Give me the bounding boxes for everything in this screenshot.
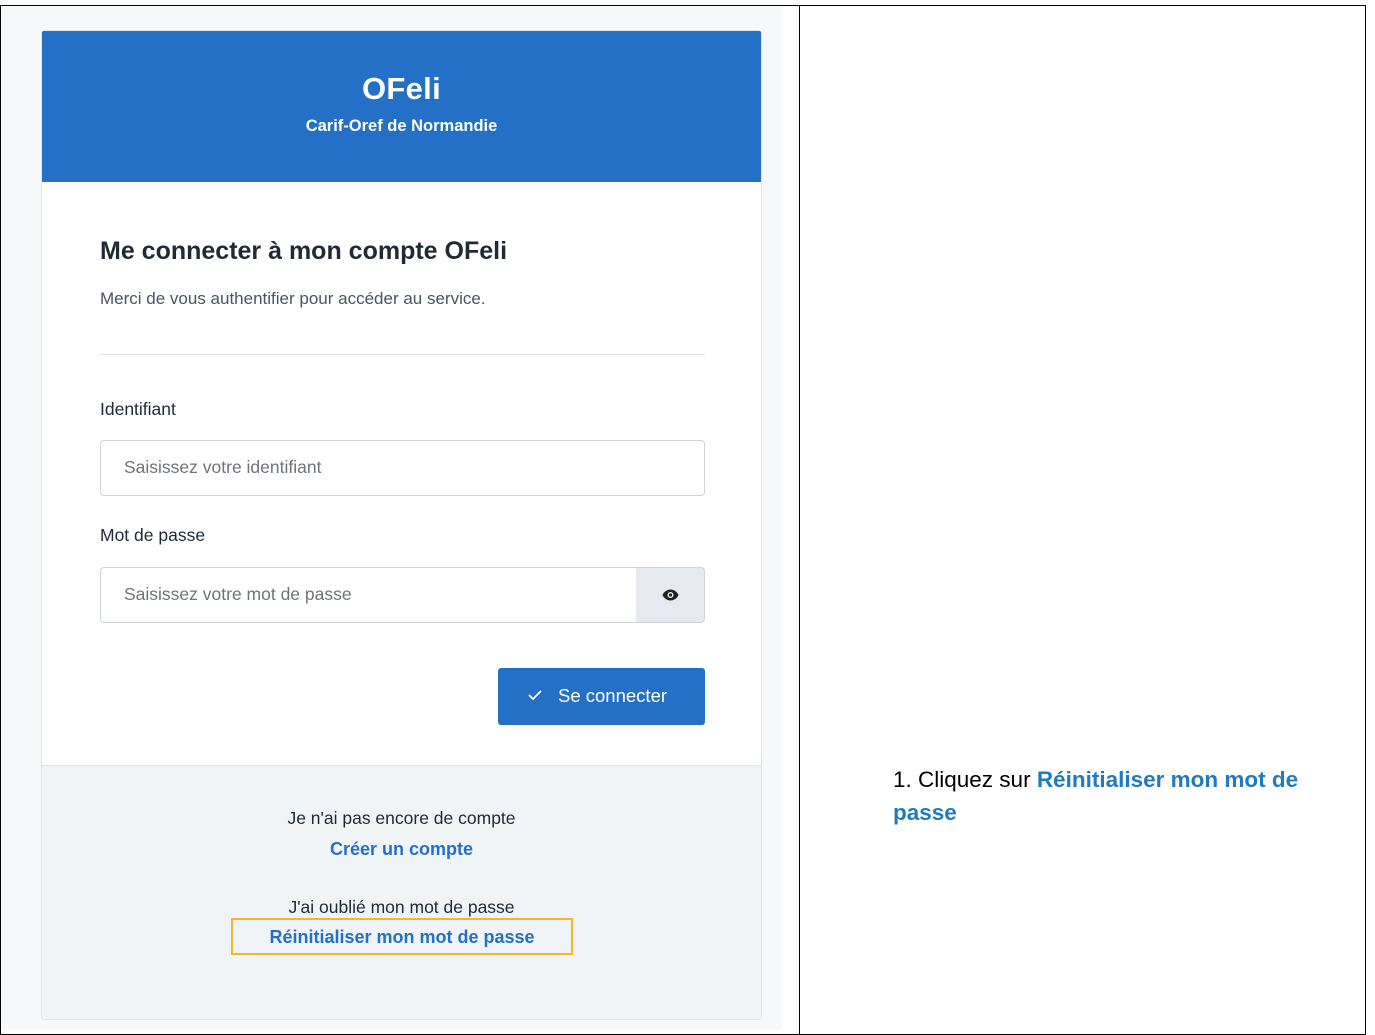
app-title: OFeli <box>361 71 441 106</box>
password-placeholder: Saisissez votre mot de passe <box>124 584 352 604</box>
password-label: Mot de passe <box>100 525 206 545</box>
table-column-divider <box>799 5 800 1035</box>
identifier-label: Identifiant <box>100 399 176 419</box>
reset-password-highlight: Réinitialiser mon mot de passe <box>231 918 573 955</box>
login-card: OFeli Carif-Oref de Normandie Me connect… <box>41 30 762 1020</box>
eye-icon <box>662 589 679 601</box>
login-description: Merci de vous authentifier pour accéder … <box>100 289 486 308</box>
check-icon <box>528 690 542 700</box>
create-account-link[interactable]: Créer un compte <box>42 839 761 860</box>
identifier-placeholder: Saisissez votre identifiant <box>124 457 322 477</box>
app-subtitle: Carif-Oref de Normandie <box>305 117 498 135</box>
show-password-button[interactable] <box>636 567 705 623</box>
instruction-text: 1. Cliquez sur Réinitialiser mon mot de … <box>893 763 1343 829</box>
card-footer: Je n'ai pas encore de compte Créer un co… <box>42 765 761 1019</box>
login-title: Me connecter à mon compte OFeli <box>100 237 508 265</box>
identifier-input[interactable]: Saisissez votre identifiant <box>100 440 705 496</box>
reset-password-link[interactable]: Réinitialiser mon mot de passe <box>233 927 571 948</box>
connect-button-label: Se connecter <box>558 685 668 706</box>
instruction-prefix: 1. Cliquez sur <box>893 767 1037 792</box>
no-account-text: Je n'ai pas encore de compte <box>287 808 516 828</box>
card-header: OFeli Carif-Oref de Normandie <box>42 31 761 182</box>
password-input[interactable]: Saisissez votre mot de passe <box>100 567 637 623</box>
separator <box>100 354 705 355</box>
connect-button[interactable]: Se connecter <box>498 668 705 725</box>
forgot-password-text: J'ai oublié mon mot de passe <box>288 897 515 917</box>
